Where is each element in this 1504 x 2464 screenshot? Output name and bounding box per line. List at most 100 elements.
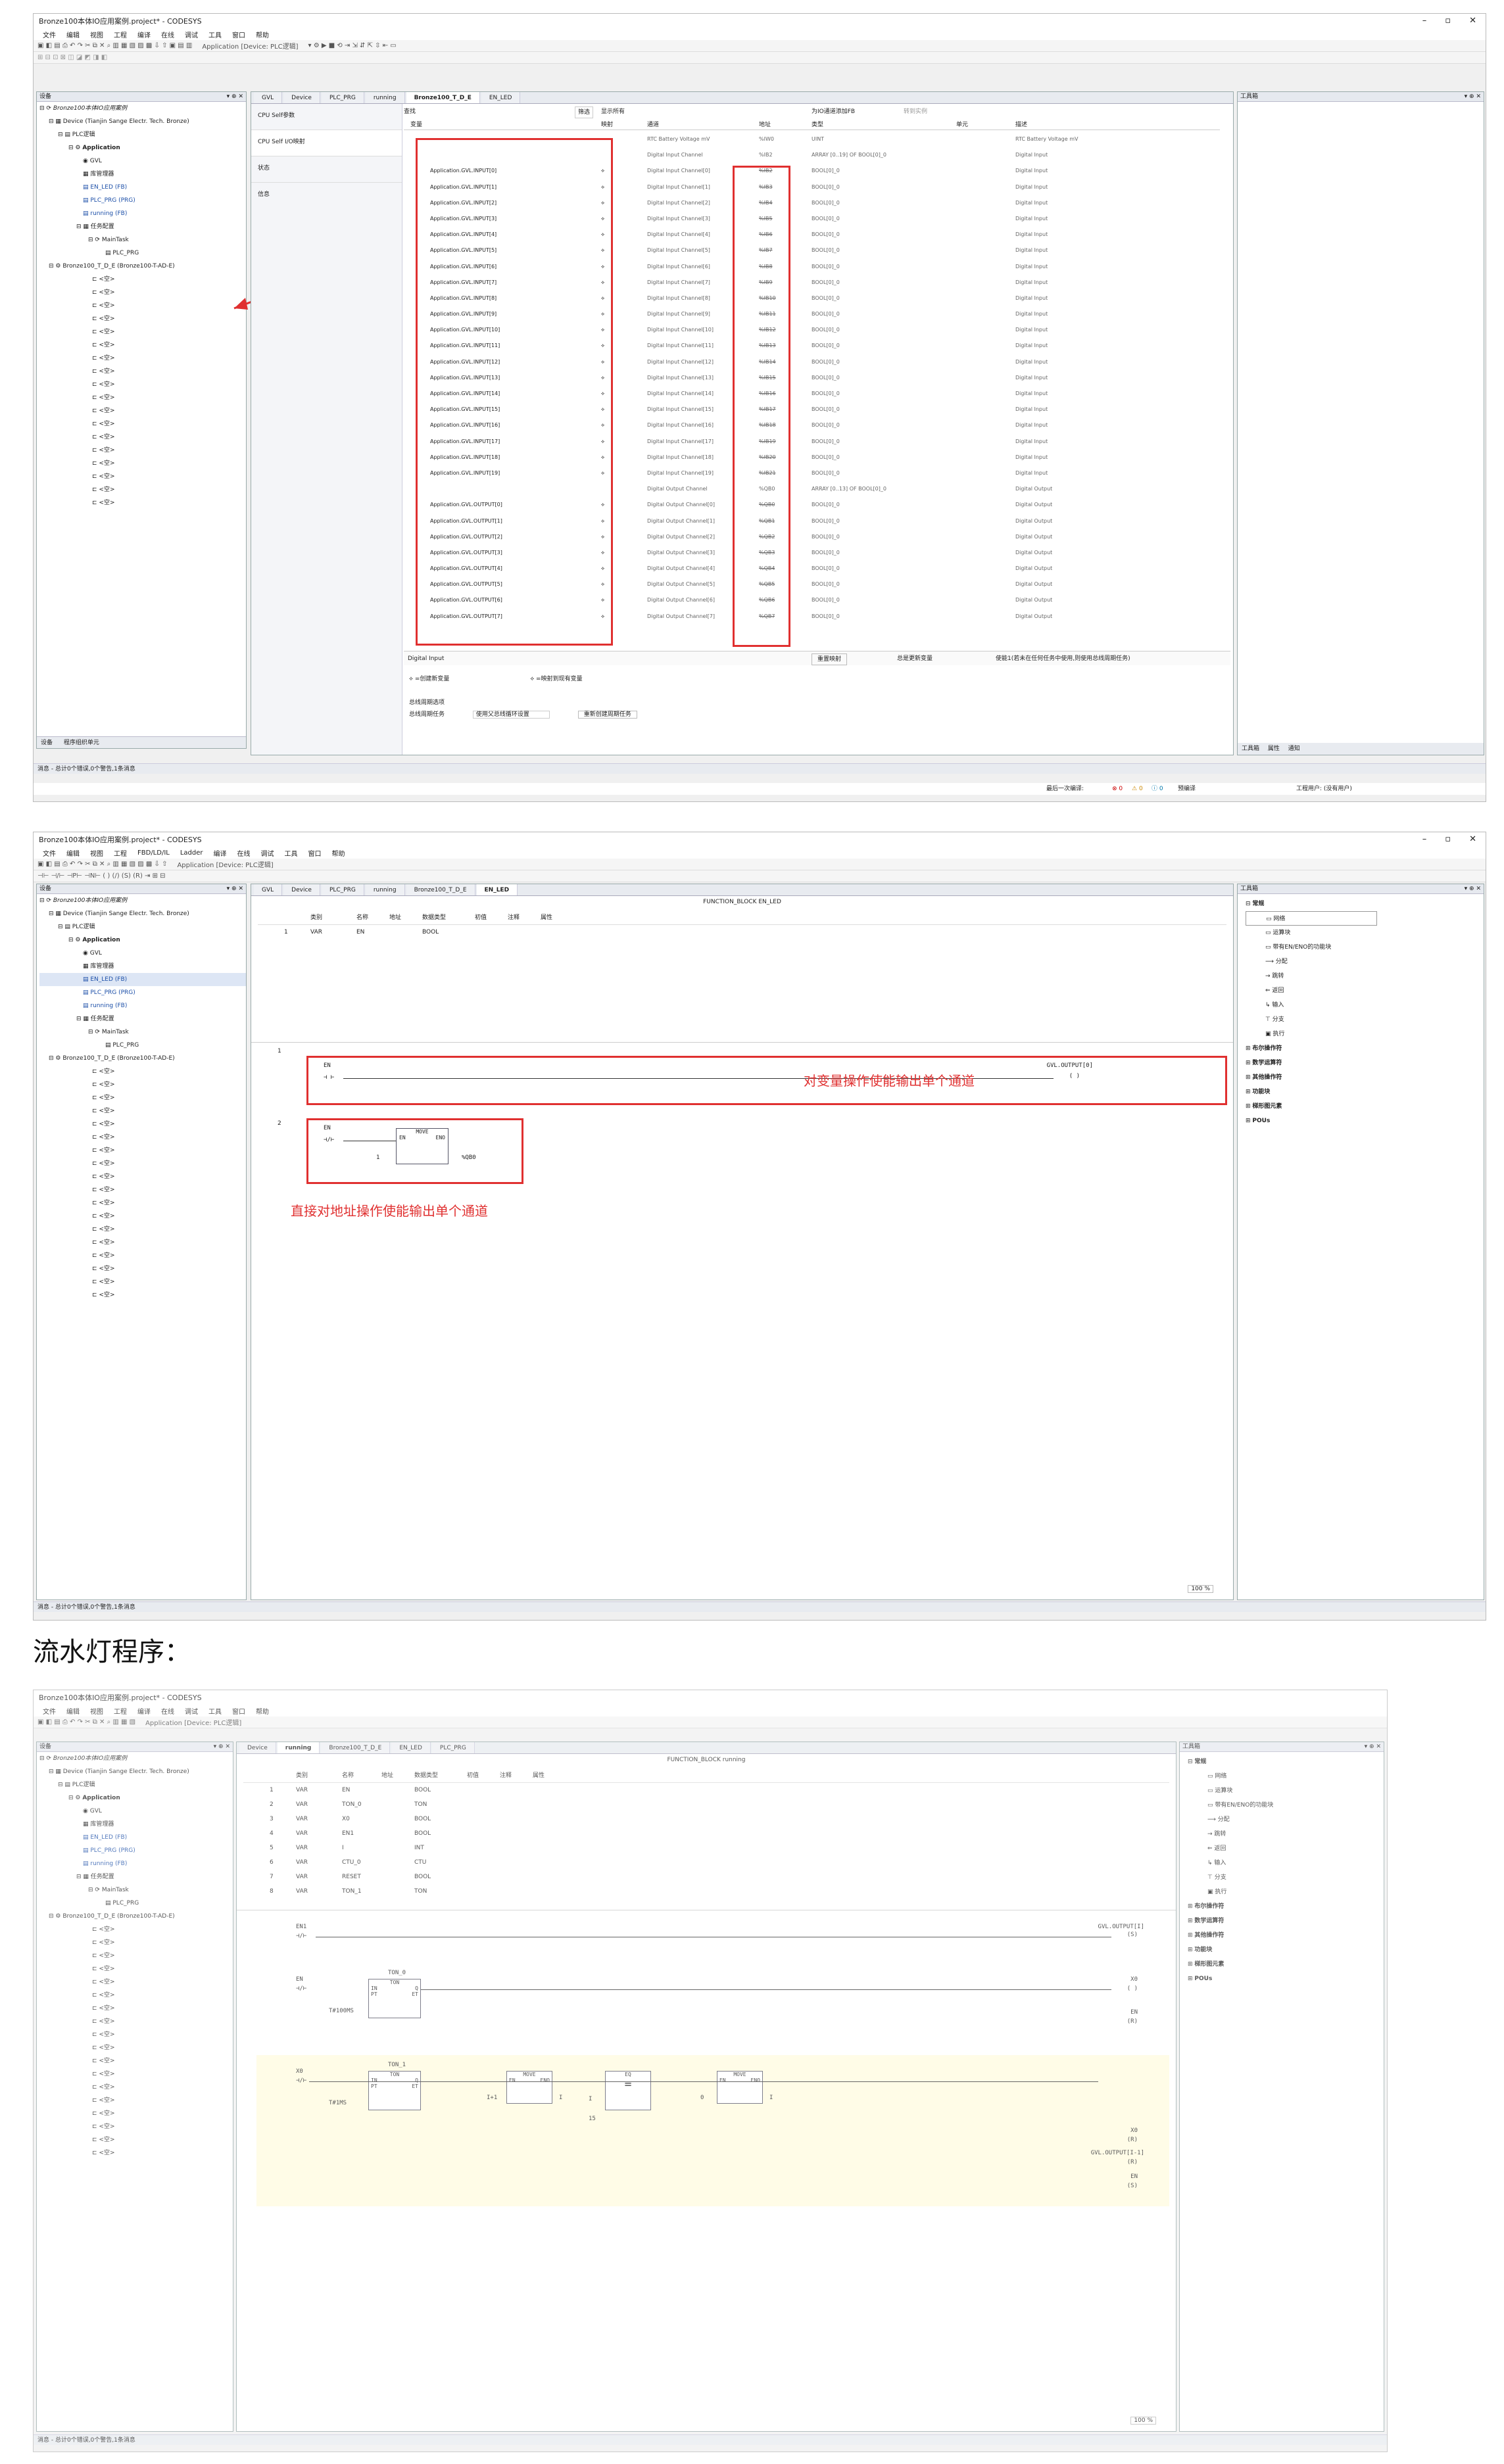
toolbar-icons-3[interactable]: ▣ ◧ ▤ ⎙ ↶ ↷ ✂ ⧉ ✕ ⌕ ▥ ▦ ▧ (37, 1718, 135, 1726)
toolbox-group-pous[interactable]: ⊞ POUs (1246, 1114, 1476, 1128)
move-input-value[interactable]: 1 (376, 1154, 379, 1161)
tree3-empty-slot[interactable]: ⊏ <空> (39, 1923, 233, 1936)
decl3-row[interactable]: 7 VAR RESET BOOL (243, 1870, 1169, 1884)
tab2-running[interactable]: running (365, 884, 405, 895)
menu2-view[interactable]: 视图 (90, 848, 103, 858)
toolbox3-group-ladder[interactable]: ⊞ 梯形图元素 (1188, 1957, 1376, 1972)
bus-cycle-select[interactable]: 使用父总线循环设置 (472, 711, 550, 719)
mapping-icon[interactable]: ⟡ (601, 275, 604, 291)
tab-en-led[interactable]: EN_LED (481, 92, 521, 103)
io-row[interactable]: Application.GVL.INPUT[0] Digital Input Ch… (404, 163, 1219, 179)
io-row[interactable]: Application.GVL.INPUT[4] Digital Input Ch… (404, 227, 1219, 243)
menu2-tools[interactable]: 工具 (285, 848, 298, 858)
decl-row[interactable]: 1 VAR EN BOOL (258, 925, 1226, 939)
toolbox-item-assign[interactable]: ⟶ 分配 (1246, 955, 1476, 969)
menu3-project[interactable]: 工程 (114, 1706, 127, 1716)
io-row[interactable]: Application.GVL.OUTPUT[2] Digital Output … (404, 529, 1219, 545)
toolbox-group-fb[interactable]: ⊞ 功能块 (1246, 1085, 1476, 1099)
always-update-select[interactable]: 总是更新变量 (897, 652, 933, 666)
menu2-project[interactable]: 工程 (114, 848, 127, 858)
toolbox-item-jump[interactable]: → 跳转 (1246, 969, 1476, 983)
tree3-maintask[interactable]: ⊟ ⟳ MainTask (39, 1884, 233, 1897)
r3-rung-3[interactable]: X0 ⊣/⊢ TON_1 TON IN Q PT ET T#1MS MOVE EN E… (289, 2062, 1144, 2206)
menu2-ladder[interactable]: Ladder (180, 849, 203, 857)
tree2-running[interactable]: ▤ running (FB) (39, 999, 246, 1012)
active-application-2[interactable]: Application [Device: PLC逻辑] (177, 859, 273, 869)
mapping-icon[interactable]: ⟡ (601, 322, 604, 338)
r3-move2-output[interactable]: I (769, 2095, 773, 2101)
tree2-en-led[interactable]: ▤ EN_LED (FB) (39, 973, 246, 986)
r3-rung2-coil2[interactable]: (R) (1127, 2018, 1138, 2025)
r3-ton0-block[interactable]: TON IN Q PT ET (368, 1979, 421, 2018)
tree3-empty-slot[interactable]: ⊏ <空> (39, 2054, 233, 2068)
toolbox3-item-input[interactable]: ↳ 输入 (1188, 1856, 1376, 1870)
mapping-icon[interactable]: ⟡ (601, 592, 604, 608)
r3-move2-input[interactable]: 0 (700, 2095, 704, 2101)
mapping-icon[interactable]: ⟡ (601, 163, 604, 179)
r3-rung3-coil2[interactable]: (R) (1127, 2159, 1138, 2166)
io-row[interactable]: Application.GVL.INPUT[17] Digital Input C… (404, 434, 1219, 450)
tree2-empty-slot[interactable]: ⊏ <空> (39, 1249, 246, 1262)
tree3-maintask-prg[interactable]: ▤ PLC_PRG (39, 1897, 233, 1910)
decl3-row[interactable]: 3 VAR X0 BOOL (243, 1812, 1169, 1826)
mapping-icon[interactable]: ⟡ (601, 465, 604, 481)
io-row[interactable]: Application.GVL.INPUT[11] Digital Input C… (404, 338, 1219, 354)
io-row[interactable]: Application.GVL.INPUT[19] Digital Input C… (404, 465, 1219, 481)
menu2-edit[interactable]: 编辑 (66, 848, 80, 858)
menu2-build[interactable]: 编译 (214, 848, 227, 858)
mapping-icon[interactable]: ⟡ (601, 434, 604, 450)
io-row[interactable]: Application.GVL.OUTPUT[7] Digital Output … (404, 609, 1219, 625)
show-all-select[interactable]: 显示所有 (601, 105, 625, 118)
active-application-3[interactable]: Application [Device: PLC逻辑] (145, 1717, 241, 1727)
tree2-plc-prg[interactable]: ▤ PLC_PRG (PRG) (39, 986, 246, 999)
nav-cpu-params[interactable]: CPU Self参数 (251, 104, 402, 130)
toolbox3-group-general[interactable]: ⊟ 常规 (1188, 1755, 1376, 1769)
menu2-window[interactable]: 窗口 (308, 848, 322, 858)
goto-instance-button[interactable]: 转到实例 (904, 105, 927, 118)
rung-1[interactable]: EN ⊣ ⊢ GVL.OUTPUT[0] ( ) (310, 1062, 1093, 1102)
mapping-icon[interactable]: ⟡ (601, 529, 604, 545)
tree3-empty-slot[interactable]: ⊏ <空> (39, 2041, 233, 2054)
tree3-empty-slot[interactable]: ⊏ <空> (39, 2068, 233, 2081)
tree3-library[interactable]: ▦ 库管理器 (39, 1818, 233, 1831)
toolbox-item-box-en[interactable]: ▭ 带有EN/ENO的功能块 (1246, 940, 1476, 955)
decl3-row[interactable]: 5 VAR I INT (243, 1841, 1169, 1855)
mapping-icon[interactable]: ⟡ (601, 354, 604, 370)
tree3-plc[interactable]: ⊟ ▤ PLC逻辑 (39, 1778, 233, 1791)
toolbar-icons-2[interactable]: ▣ ◧ ▤ ⎙ ↶ ↷ ✂ ⧉ ✕ ⌕ ▥ ▦ ▧ ▨ ▩ ⇩ ⇧ (37, 861, 167, 868)
tree3-empty-slot[interactable]: ⊏ <空> (39, 1962, 233, 1976)
tree2-empty-slot[interactable]: ⊏ <空> (39, 1144, 246, 1157)
r3-rung2-coil1[interactable]: ( ) (1127, 1985, 1138, 1992)
move-block[interactable]: MOVE EN ENO (396, 1128, 449, 1164)
toolbox-group-general[interactable]: ⊟ 常规 (1246, 897, 1476, 911)
io-row[interactable]: Application.GVL.INPUT[14] Digital Input C… (404, 386, 1219, 402)
menu2-file[interactable]: 文件 (43, 848, 56, 858)
tree3-empty-slot[interactable]: ⊏ <空> (39, 1989, 233, 2002)
io-row[interactable]: Digital Input Channel %IB2 ARRAY [0..19] O… (404, 147, 1219, 163)
io-row[interactable]: Application.GVL.OUTPUT[1] Digital Output … (404, 513, 1219, 529)
toolbox-item-return[interactable]: ⇐ 返回 (1246, 983, 1476, 998)
tree2-empty-slot[interactable]: ⊏ <空> (39, 1289, 246, 1302)
menu3-build[interactable]: 编译 (137, 1706, 151, 1716)
tree3-device[interactable]: ⊟ ▦ Device (Tianjin Sange Electr. Tech. … (39, 1765, 233, 1778)
panel-controls-2[interactable]: ▾ ⊕ ✕ (227, 884, 243, 894)
toolbox-controls[interactable]: ▾ ⊕ ✕ (1465, 92, 1481, 102)
tree3-task-config[interactable]: ⊟ ▦ 任务配置 (39, 1870, 233, 1884)
mapping-icon[interactable]: ⟡ (601, 561, 604, 577)
decl3-row[interactable]: 8 VAR TON_1 TON (243, 1884, 1169, 1899)
menu3-online[interactable]: 在线 (161, 1706, 174, 1716)
r3-ton1-block[interactable]: TON IN Q PT ET (368, 2071, 421, 2110)
tree2-root[interactable]: ⊟ ⟳ Bronze100本体IO应用案例 (39, 894, 246, 907)
mapping-icon[interactable]: ⟡ (601, 211, 604, 227)
tab3-en-led[interactable]: EN_LED (391, 1742, 431, 1753)
toolbox3-group-other[interactable]: ⊞ 其他操作符 (1188, 1928, 1376, 1943)
tree3-gvl[interactable]: ◉ GVL (39, 1805, 233, 1818)
decl3-row[interactable]: 6 VAR CTU_0 CTU (243, 1855, 1169, 1870)
tab2-device[interactable]: Device (283, 884, 320, 895)
io-row[interactable]: RTC Battery Voltage mV %IW0 UINT RTC Batter… (404, 131, 1219, 147)
tree3-empty-slot[interactable]: ⊏ <空> (39, 2094, 233, 2107)
tree3-empty-slot[interactable]: ⊏ <空> (39, 2146, 233, 2160)
tab-notifications[interactable]: 通知 (1288, 746, 1300, 752)
toolbox3-group-math[interactable]: ⊞ 数学运算符 (1188, 1914, 1376, 1928)
mapping-icon[interactable]: ⟡ (601, 179, 604, 195)
